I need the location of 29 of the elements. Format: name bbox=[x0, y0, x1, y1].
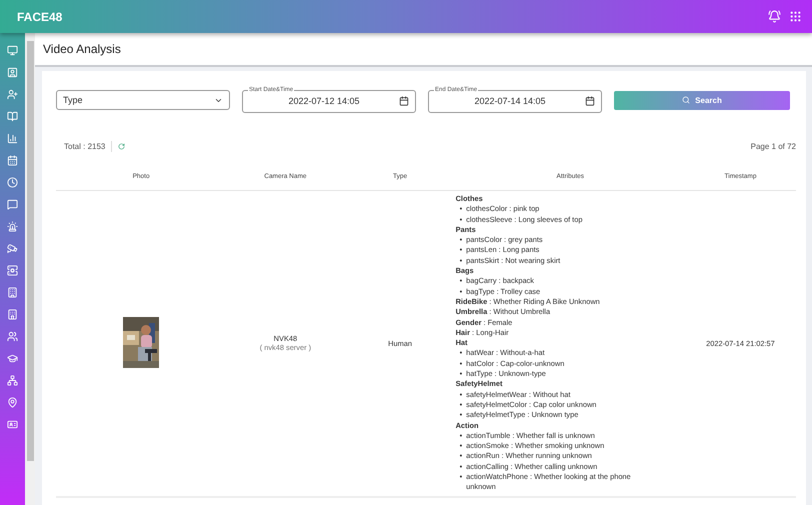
network-icon[interactable] bbox=[7, 375, 18, 386]
id-card-icon[interactable] bbox=[7, 419, 18, 430]
search-icon bbox=[682, 96, 690, 104]
camera-icon[interactable] bbox=[7, 243, 18, 254]
graduation-cap-icon[interactable] bbox=[7, 353, 18, 364]
page-title: Video Analysis bbox=[43, 42, 121, 56]
total-count: Total : 2153 bbox=[64, 142, 106, 151]
refresh-icon[interactable] bbox=[118, 143, 126, 150]
book-icon[interactable] bbox=[7, 111, 18, 122]
map-pin-icon[interactable] bbox=[7, 397, 18, 408]
siren-icon[interactable] bbox=[7, 221, 18, 232]
add-user-icon[interactable] bbox=[7, 89, 18, 100]
scrollbar-thumb[interactable] bbox=[26, 41, 34, 461]
message-icon[interactable] bbox=[7, 199, 18, 210]
clock-icon[interactable] bbox=[7, 177, 18, 188]
bell-icon[interactable] bbox=[768, 10, 781, 23]
monitor-icon[interactable] bbox=[7, 45, 18, 56]
app-name: FACE48 bbox=[17, 10, 62, 24]
people-icon[interactable] bbox=[7, 331, 18, 342]
apps-grid-icon[interactable] bbox=[789, 10, 802, 23]
hotel-icon[interactable] bbox=[7, 309, 18, 320]
bar-chart-icon[interactable] bbox=[7, 133, 18, 144]
server-icon[interactable] bbox=[7, 265, 18, 276]
type-select[interactable]: Type bbox=[56, 90, 230, 110]
building-icon[interactable] bbox=[7, 287, 18, 298]
calendar-icon[interactable] bbox=[399, 96, 409, 106]
calendar-icon[interactable] bbox=[585, 96, 595, 106]
page-indicator: Page 1 of 72 bbox=[750, 142, 796, 151]
contact-card-icon[interactable] bbox=[7, 67, 18, 78]
